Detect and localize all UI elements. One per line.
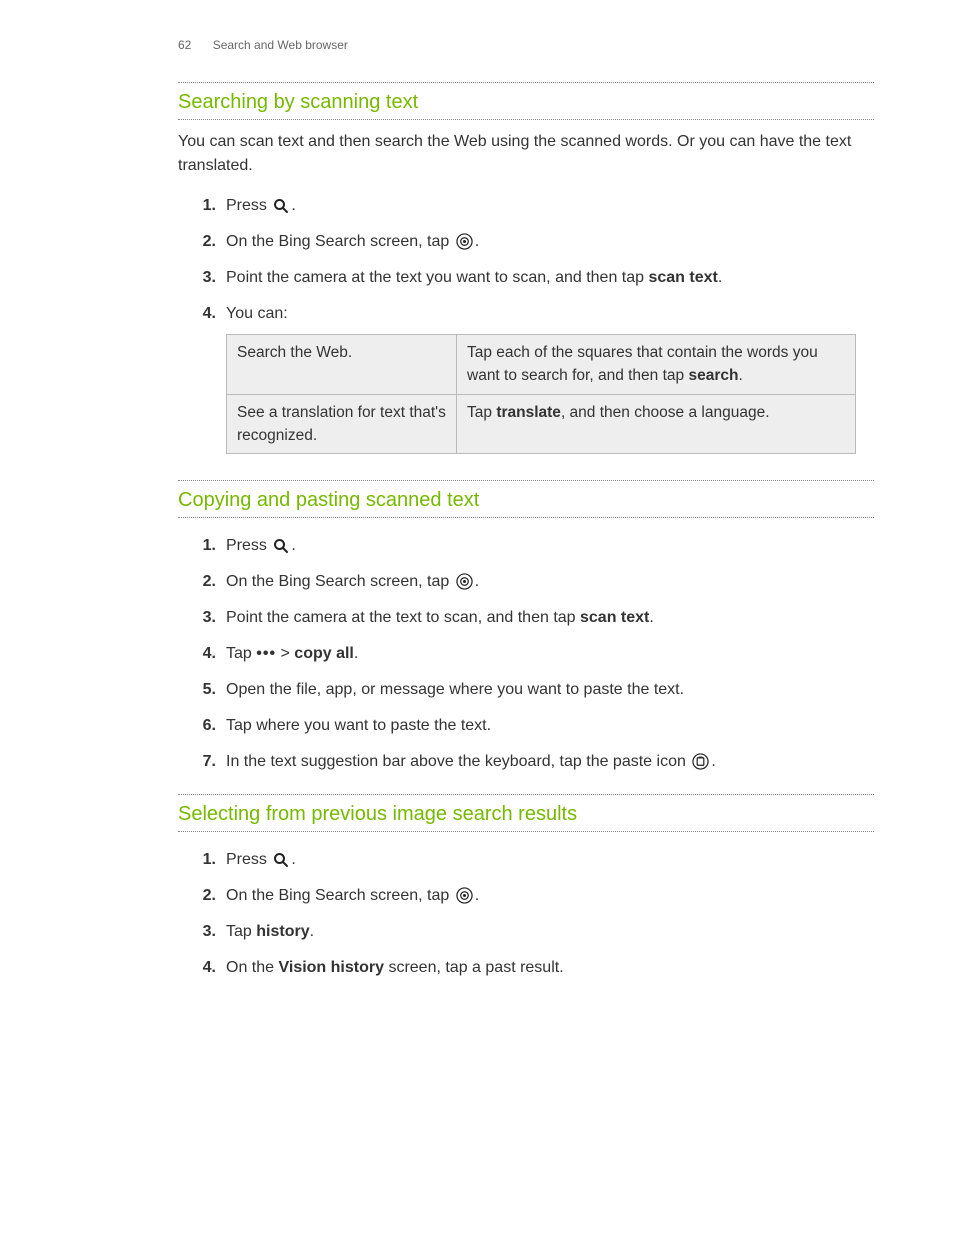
search-icon <box>273 852 289 868</box>
list-item: 3. Point the camera at the text you want… <box>198 260 874 296</box>
steps-list-searching: 1. Press . 2. On the Bing Search screen,… <box>178 188 874 466</box>
more-icon: ••• <box>256 645 276 662</box>
step-text: In the text suggestion bar above the key… <box>226 753 690 770</box>
list-item: 3. Tap history. <box>198 914 874 950</box>
option-label: Search the Web. <box>227 335 457 395</box>
vision-icon <box>456 573 473 590</box>
list-item: 2. On the Bing Search screen, tap . <box>198 878 874 914</box>
list-item: 7. In the text suggestion bar above the … <box>198 744 874 780</box>
search-icon <box>273 198 289 214</box>
table-row: Search the Web. Tap each of the squares … <box>227 335 856 395</box>
step-text: Point the camera at the text to scan, an… <box>226 609 580 626</box>
list-item: 3. Point the camera at the text to scan,… <box>198 600 874 636</box>
step-text: Point the camera at the text you want to… <box>226 269 648 286</box>
step-text: Press <box>226 197 271 214</box>
step-text: Tap where you want to paste the text. <box>226 714 874 738</box>
vision-icon <box>456 887 473 904</box>
history-label: history <box>256 923 309 940</box>
step-text: On the <box>226 959 278 976</box>
list-item: 1. Press . <box>198 188 874 224</box>
list-item: 1. Press . <box>198 842 874 878</box>
table-row: See a translation for text that's recogn… <box>227 394 856 454</box>
section-title-copying: Copying and pasting scanned text <box>178 480 874 518</box>
step-text: You can: <box>226 305 288 322</box>
options-table: Search the Web. Tap each of the squares … <box>226 334 856 454</box>
page-number: 62 <box>178 36 191 54</box>
step-text: Press <box>226 537 271 554</box>
option-desc: Tap translate, and then choose a languag… <box>457 394 856 454</box>
list-item: 1. Press . <box>198 528 874 564</box>
paste-icon <box>692 753 709 770</box>
option-label: See a translation for text that's recogn… <box>227 394 457 454</box>
step-text: Press <box>226 851 271 868</box>
step-text: Open the file, app, or message where you… <box>226 678 874 702</box>
scan-text-label: scan text <box>580 609 649 626</box>
scan-text-label: scan text <box>648 269 717 286</box>
steps-list-selecting: 1. Press . 2. On the Bing Search screen,… <box>178 842 874 986</box>
vision-icon <box>456 233 473 250</box>
list-item: 4. You can: Search the Web. Tap each of … <box>198 296 874 466</box>
chapter-title: Search and Web browser <box>213 38 348 52</box>
vision-history-label: Vision history <box>278 959 384 976</box>
list-item: 5. Open the file, app, or message where … <box>198 672 874 708</box>
list-item: 4. On the Vision history screen, tap a p… <box>198 950 874 986</box>
step-text: On the Bing Search screen, tap <box>226 573 454 590</box>
page-header: 62 Search and Web browser <box>178 36 874 54</box>
step-text: Tap <box>226 645 256 662</box>
steps-list-copying: 1. Press . 2. On the Bing Search screen,… <box>178 528 874 780</box>
step-text: On the Bing Search screen, tap <box>226 233 454 250</box>
step-text: Tap <box>226 923 256 940</box>
section-title-selecting: Selecting from previous image search res… <box>178 794 874 832</box>
search-icon <box>273 538 289 554</box>
list-item: 2. On the Bing Search screen, tap . <box>198 224 874 260</box>
section-intro: You can scan text and then search the We… <box>178 130 874 178</box>
list-item: 2. On the Bing Search screen, tap . <box>198 564 874 600</box>
list-item: 6. Tap where you want to paste the text. <box>198 708 874 744</box>
copy-all-label: copy all <box>294 645 354 662</box>
option-desc: Tap each of the squares that contain the… <box>457 335 856 395</box>
section-title-searching: Searching by scanning text <box>178 82 874 120</box>
list-item: 4. Tap ••• > copy all. <box>198 636 874 672</box>
step-text: On the Bing Search screen, tap <box>226 887 454 904</box>
